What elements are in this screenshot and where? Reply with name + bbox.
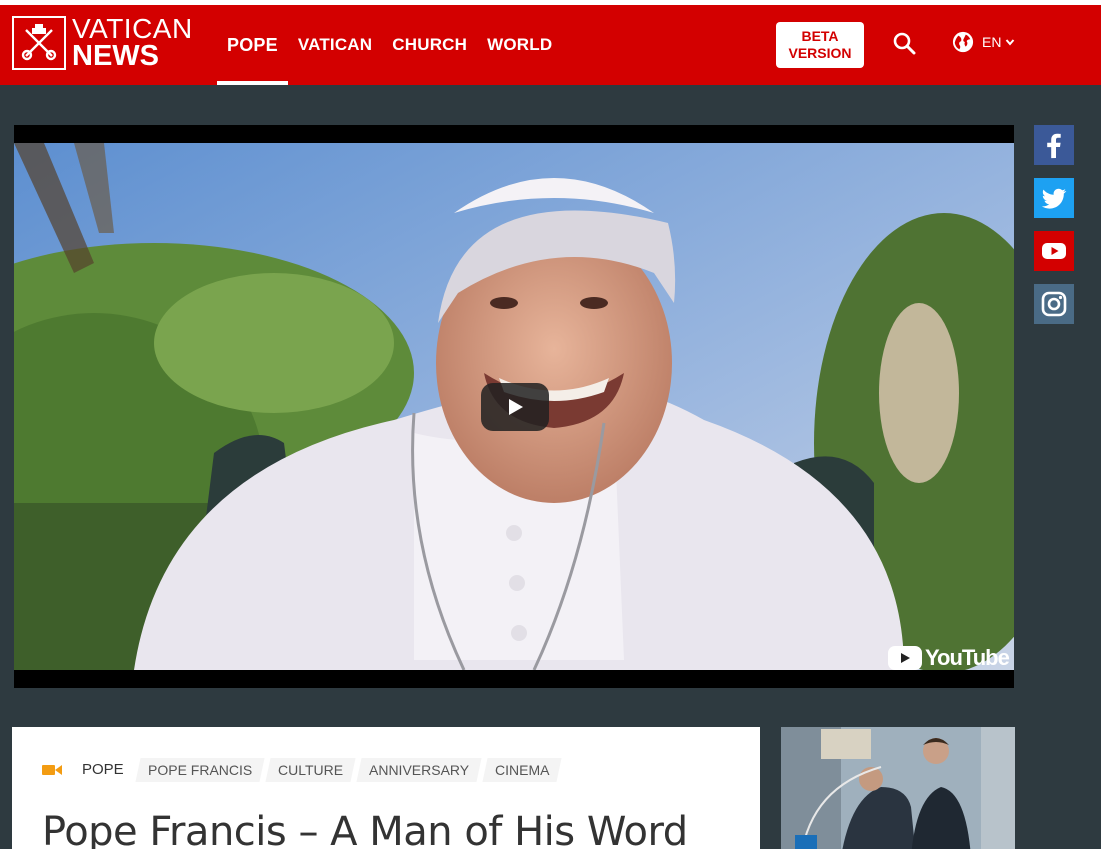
video-camera-icon [42, 764, 62, 775]
beta-label-line1: BETA [801, 28, 839, 44]
nav-item-church[interactable]: CHURCH [382, 5, 477, 85]
related-thumbnail-image [781, 727, 1015, 849]
main-nav: POPE VATICAN CHURCH WORLD [217, 5, 562, 85]
facebook-icon [1047, 133, 1061, 159]
vatican-keys-icon[interactable] [12, 16, 66, 70]
article-card: POPE POPE FRANCIS CULTURE ANNIVERSARY CI… [12, 727, 760, 849]
youtube-logo-icon [888, 646, 922, 670]
nav-item-vatican[interactable]: VATICAN [288, 5, 382, 85]
youtube-link[interactable] [1034, 231, 1074, 271]
twitter-link[interactable] [1034, 178, 1074, 218]
search-icon[interactable] [892, 31, 916, 55]
tag-label: CULTURE [277, 761, 344, 778]
play-button[interactable] [481, 383, 549, 431]
section-label: POPE [82, 761, 124, 778]
tag-link[interactable]: CINEMA [482, 757, 563, 782]
article-title[interactable]: Pope Francis – A Man of His Word [42, 809, 688, 849]
tag-label: ANNIVERSARY [369, 761, 470, 778]
youtube-watermark[interactable]: YouTube [888, 645, 1010, 671]
tag-label: POPE FRANCIS [147, 761, 252, 778]
facebook-link[interactable] [1034, 125, 1074, 165]
brand-top: VATICAN [72, 13, 193, 44]
nav-item-pope[interactable]: POPE [217, 5, 288, 85]
youtube-icon [1042, 243, 1066, 259]
play-icon [509, 399, 523, 415]
tag-label: CINEMA [495, 761, 550, 778]
chevron-down-icon [1006, 39, 1015, 46]
article-tags: POPE POPE FRANCIS CULTURE ANNIVERSARY CI… [42, 757, 566, 782]
beta-label-line2: VERSION [788, 45, 852, 61]
tag-link[interactable]: POPE FRANCIS [135, 757, 265, 782]
related-video-thumbnail[interactable] [781, 727, 1015, 849]
language-code: EN [982, 34, 1002, 50]
instagram-icon [1041, 291, 1067, 317]
globe-icon [952, 31, 974, 53]
site-header: VATICAN NEWS POPE VATICAN CHURCH WORLD B… [0, 5, 1101, 85]
twitter-icon [1041, 188, 1067, 209]
brand-bottom: NEWS [72, 40, 159, 72]
tag-link[interactable]: ANNIVERSARY [356, 757, 482, 782]
language-selector[interactable]: EN [952, 31, 1015, 53]
instagram-link[interactable] [1034, 284, 1074, 324]
tag-link[interactable]: CULTURE [265, 757, 356, 782]
section-link[interactable]: POPE [82, 757, 134, 782]
brand-wordmark[interactable]: VATICAN NEWS [72, 15, 193, 71]
youtube-label: YouTube [925, 645, 1010, 670]
beta-version-button[interactable]: BETA VERSION [776, 22, 864, 68]
video-player[interactable]: YouTube [14, 125, 1014, 688]
nav-item-world[interactable]: WORLD [477, 5, 562, 85]
